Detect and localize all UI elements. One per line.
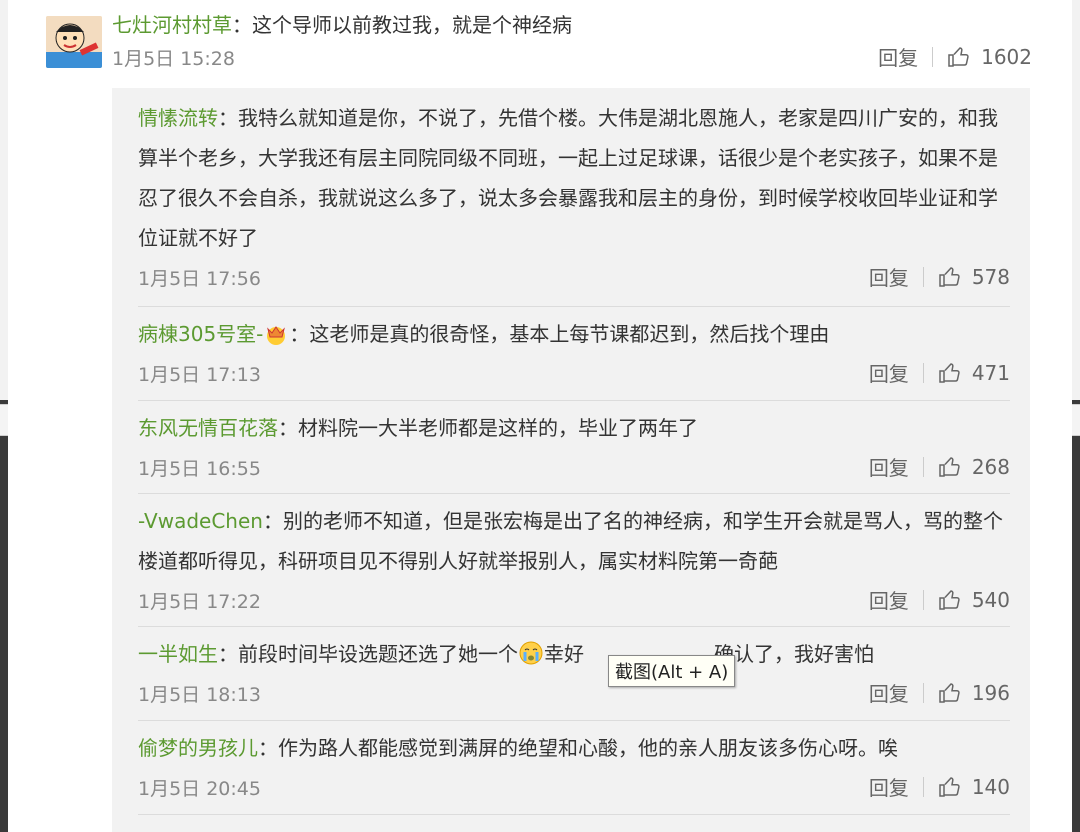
reply-meta: 1月5日 20:45 回复 140 <box>138 768 1010 804</box>
reply-item: 情愫流转：我特么就知道是你，不说了，先借个楼。大伟是湖北恩施人，老家是四川广安的… <box>138 98 1010 294</box>
reply-body: ：作为路人都能感觉到满屏的绝望和心酸，他的亲人朋友该多伤心呀。唉 <box>258 736 898 760</box>
reply-body: ：我特么就知道是你，不说了，先借个楼。大伟是湖北恩施人，老家是四川广安的，和我算… <box>138 106 998 250</box>
timestamp: 1月5日 17:22 <box>138 591 261 613</box>
divider <box>932 46 934 67</box>
like-button[interactable]: 196 <box>938 681 1010 705</box>
reply-actions: 回复 578 <box>869 262 1010 291</box>
like-button[interactable]: 540 <box>938 588 1010 612</box>
reply-actions: 回复 140 <box>869 772 1010 801</box>
reply-meta: 1月5日 17:13 回复 471 <box>138 354 1010 390</box>
reply-divider <box>138 814 1010 815</box>
divider <box>922 266 924 287</box>
like-count: 196 <box>971 680 1010 705</box>
reply-item: 东风无情百花落：材料院一大半老师都是这样的，毕业了两年了 1月5日 16:55 … <box>138 408 1010 484</box>
timestamp: 1月5日 17:56 <box>138 268 261 290</box>
crown-emoji-icon <box>267 326 286 345</box>
reply-text: -VwadeChen：别的老师不知道，但是张宏梅是出了名的神经病，和学生开会就是… <box>138 501 1010 581</box>
like-count: 471 <box>971 360 1010 385</box>
username-link[interactable]: 七灶河村村草 <box>112 13 232 37</box>
divider <box>922 776 924 797</box>
reply-button[interactable]: 回复 <box>869 585 909 614</box>
comment-text: 七灶河村村草：这个导师以前教过我，就是个神经病 <box>112 10 1032 40</box>
reply-item: -VwadeChen：别的老师不知道，但是张宏梅是出了名的神经病，和学生开会就是… <box>138 501 1010 617</box>
reply-text: 东风无情百花落：材料院一大半老师都是这样的，毕业了两年了 <box>138 408 1010 448</box>
like-button[interactable]: 471 <box>938 361 1010 385</box>
reply-item: 一半如生：前段时间毕设选题还选了她一个 幸好 确认了，我好害怕 1月5日 18:13… <box>138 634 1010 710</box>
thumbs-up-icon <box>939 456 960 477</box>
reply-divider <box>138 400 1010 401</box>
like-button[interactable]: 578 <box>938 265 1010 289</box>
reply-button[interactable]: 回复 <box>869 452 909 481</box>
thumbs-up-icon <box>939 362 960 383</box>
comment-meta: 1月5日 15:28 回复 1602 <box>112 40 1032 74</box>
username-link[interactable]: 情愫流转 <box>138 106 218 130</box>
timestamp: 1月5日 18:13 <box>138 684 261 706</box>
reply-body-end: 确认了，我好害怕 <box>714 642 874 666</box>
username-link[interactable]: 一半如生 <box>138 642 218 666</box>
thumbs-up-icon <box>948 46 969 67</box>
timestamp: 1月5日 17:13 <box>138 364 261 386</box>
reply-body: ：这老师是真的很奇怪，基本上每节课都迟到，然后找个理由 <box>289 322 830 346</box>
thumbs-up-icon <box>939 682 960 703</box>
reply-text: 病棟305号室- ：这老师是真的很奇怪，基本上每节课都迟到，然后找个理由 <box>138 314 1010 354</box>
timestamp: 1月5日 20:45 <box>138 778 261 800</box>
reply-button[interactable]: 回复 <box>878 42 918 71</box>
reply-actions: 回复 196 <box>869 678 1010 707</box>
thumbs-up-icon <box>939 589 960 610</box>
divider <box>922 682 924 703</box>
thumbs-up-icon <box>939 776 960 797</box>
username-link[interactable]: 东风无情百花落 <box>138 416 278 440</box>
reply-button[interactable]: 回复 <box>869 358 909 387</box>
like-button[interactable]: 1602 <box>947 45 1032 69</box>
like-button[interactable]: 268 <box>938 455 1010 479</box>
avatar[interactable] <box>46 16 102 68</box>
divider <box>922 362 924 383</box>
like-count: 140 <box>971 774 1010 799</box>
reply-text: 偷梦的男孩儿：作为路人都能感觉到满屏的绝望和心酸，他的亲人朋友该多伤心呀。唉 <box>138 728 1010 768</box>
username-link[interactable]: -VwadeChen <box>138 509 263 533</box>
like-count: 540 <box>971 587 1010 612</box>
reply-text: 一半如生：前段时间毕设选题还选了她一个 幸好 确认了，我好害怕 <box>138 634 1010 674</box>
reply-button[interactable]: 回复 <box>869 678 909 707</box>
screenshot-tooltip: 截图(Alt + A) <box>608 655 736 687</box>
thumbs-up-icon <box>939 266 960 287</box>
reply-body: ：前段时间毕设选题还选了她一个 <box>218 642 518 666</box>
comment-panel: 七灶河村村草：这个导师以前教过我，就是个神经病 1月5日 15:28 回复 16… <box>8 0 1072 832</box>
reply-divider <box>138 720 1010 721</box>
reply-item: 偷梦的男孩儿：作为路人都能感觉到满屏的绝望和心酸，他的亲人朋友该多伤心呀。唉 1… <box>138 728 1010 804</box>
reply-meta: 1月5日 16:55 回复 268 <box>138 448 1010 484</box>
reply-item: 病棟305号室- ：这老师是真的很奇怪，基本上每节课都迟到，然后找个理由 1月5日… <box>138 314 1010 390</box>
timestamp: 1月5日 15:28 <box>112 48 235 70</box>
reply-divider <box>138 306 1010 307</box>
reply-meta: 1月5日 18:13 回复 196 <box>138 674 1010 710</box>
reply-list: 情愫流转：我特么就知道是你，不说了，先借个楼。大伟是湖北恩施人，老家是四川广安的… <box>112 88 1030 832</box>
like-count: 578 <box>971 264 1010 289</box>
reply-button[interactable]: 回复 <box>869 262 909 291</box>
reply-body: ：材料院一大半老师都是这样的，毕业了两年了 <box>278 416 698 440</box>
divider <box>922 456 924 477</box>
timestamp: 1月5日 16:55 <box>138 458 261 480</box>
comment-body: ：这个导师以前教过我，就是个神经病 <box>232 13 572 37</box>
like-count: 1602 <box>981 44 1032 69</box>
comment-actions: 回复 1602 <box>878 42 1032 71</box>
reply-body: ：别的老师不知道，但是张宏梅是出了名的神经病，和学生开会就是骂人，骂的整个楼道都… <box>138 509 1003 573</box>
reply-divider <box>138 493 1010 494</box>
username-link[interactable]: 病棟305号室- <box>138 322 263 346</box>
like-count: 268 <box>971 454 1010 479</box>
reply-text: 情愫流转：我特么就知道是你，不说了，先借个楼。大伟是湖北恩施人，老家是四川广安的… <box>138 98 1010 258</box>
like-button[interactable]: 140 <box>938 775 1010 799</box>
reply-meta: 1月5日 17:56 回复 578 <box>138 258 1010 294</box>
reply-divider <box>138 626 1010 627</box>
reply-button[interactable]: 回复 <box>869 772 909 801</box>
reply-body-continued: 幸好 <box>544 642 584 666</box>
reply-actions: 回复 540 <box>869 585 1010 614</box>
reply-actions: 回复 471 <box>869 358 1010 387</box>
divider <box>922 589 924 610</box>
username-link[interactable]: 偷梦的男孩儿 <box>138 736 258 760</box>
reply-actions: 回复 268 <box>869 452 1010 481</box>
main-comment: 七灶河村村草：这个导师以前教过我，就是个神经病 1月5日 15:28 回复 16… <box>112 10 1032 74</box>
reply-meta: 1月5日 17:22 回复 540 <box>138 581 1010 617</box>
crying-emoji-icon <box>519 641 543 665</box>
